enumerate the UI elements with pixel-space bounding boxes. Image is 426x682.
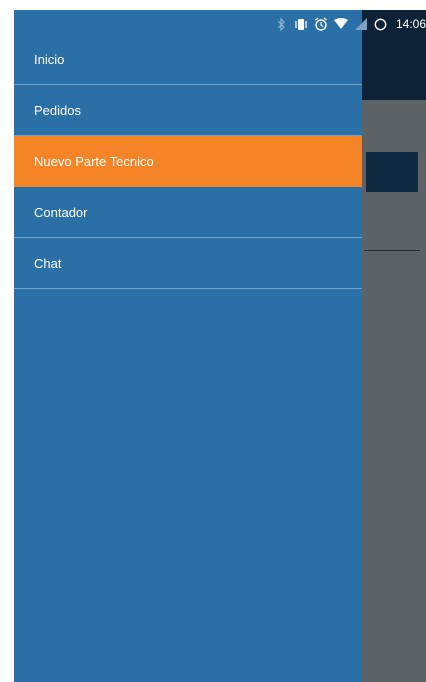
drawer-item-label: Inicio [34,51,65,67]
background-content-block [366,152,418,192]
drawer-item-label: Contador [34,204,88,220]
drawer-item-label: Nuevo Parte Tecnico [34,153,154,169]
navigation-drawer: Inicio Pedidos Nuevo Parte Tecnico Conta… [14,10,362,682]
drawer-menu: Inicio Pedidos Nuevo Parte Tecnico Conta… [14,34,362,289]
drawer-item-nuevo-parte-tecnico[interactable]: Nuevo Parte Tecnico [14,136,362,187]
drawer-item-inicio[interactable]: Inicio [14,34,362,85]
drawer-item-chat[interactable]: Chat [14,238,362,289]
status-icons: 14:06 [274,15,426,33]
wifi-icon [333,17,348,31]
drawer-item-label: Pedidos [34,102,81,118]
signal-icon [354,17,368,31]
drawer-item-pedidos[interactable]: Pedidos [14,85,362,136]
bluetooth-icon [274,17,288,31]
status-bar: 14:06 [14,10,426,38]
battery-icon [374,17,388,31]
drawer-item-label: Chat [34,255,62,271]
vibrate-icon [294,17,308,31]
background-divider [364,250,420,251]
drawer-item-contador[interactable]: Contador [14,187,362,238]
status-time: 14:06 [395,17,426,31]
phone-screen: Inicio Pedidos Nuevo Parte Tecnico Conta… [14,10,426,682]
alarm-icon [314,17,328,31]
